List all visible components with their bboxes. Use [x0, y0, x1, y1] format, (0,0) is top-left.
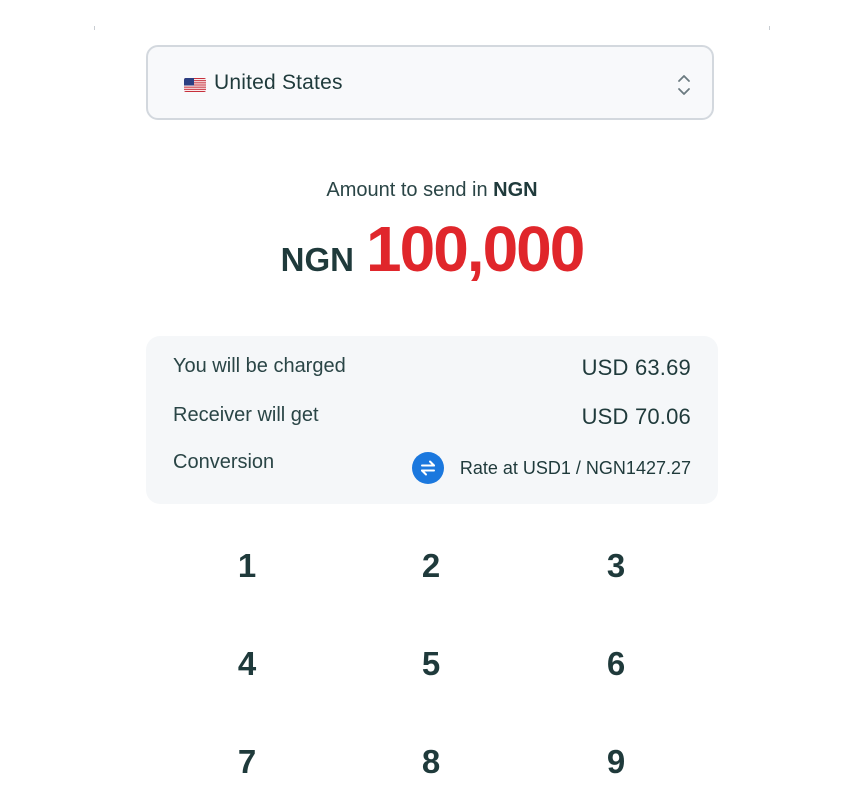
key-6[interactable]: 6 — [556, 628, 676, 700]
country-label: United States — [214, 71, 343, 94]
updown-chevron-icon — [676, 73, 692, 97]
key-7[interactable]: 7 — [187, 726, 307, 798]
key-8[interactable]: 8 — [371, 726, 491, 798]
charged-label: You will be charged — [173, 355, 346, 377]
receiver-value: USD 70.06 — [581, 404, 691, 429]
key-1[interactable]: 1 — [187, 530, 307, 602]
key-9[interactable]: 9 — [556, 726, 676, 798]
us-flag-icon — [184, 78, 206, 92]
receiver-label: Receiver will get — [173, 404, 319, 426]
key-2[interactable]: 2 — [371, 530, 491, 602]
key-4[interactable]: 4 — [187, 628, 307, 700]
edge-mark-left — [94, 26, 95, 30]
key-3[interactable]: 3 — [556, 530, 676, 602]
edge-mark-right — [769, 26, 770, 30]
amount-display: NGN 100,000 — [0, 212, 864, 292]
amount-currency: NGN — [280, 241, 354, 278]
country-select[interactable]: United States — [146, 45, 714, 120]
key-5[interactable]: 5 — [371, 628, 491, 700]
charged-value: USD 63.69 — [581, 355, 691, 380]
amount-caption-currency: NGN — [493, 179, 538, 201]
swap-arrows-icon[interactable] — [411, 452, 444, 484]
summary-card: You will be charged USD 63.69 Receiver w… — [146, 336, 718, 504]
amount-value: 100,000 — [366, 213, 585, 285]
conversion-label: Conversion — [173, 451, 275, 473]
amount-caption-prefix: Amount to send in — [326, 179, 494, 201]
amount-caption: Amount to send in NGN — [0, 179, 864, 202]
rate-text: Rate at USD1 / NGN1427.27 — [459, 457, 691, 478]
conversion-rate: Rate at USD1 / NGN1427.27 — [411, 452, 691, 484]
number-keypad: 1 2 3 4 5 6 7 8 9 — [0, 530, 864, 812]
